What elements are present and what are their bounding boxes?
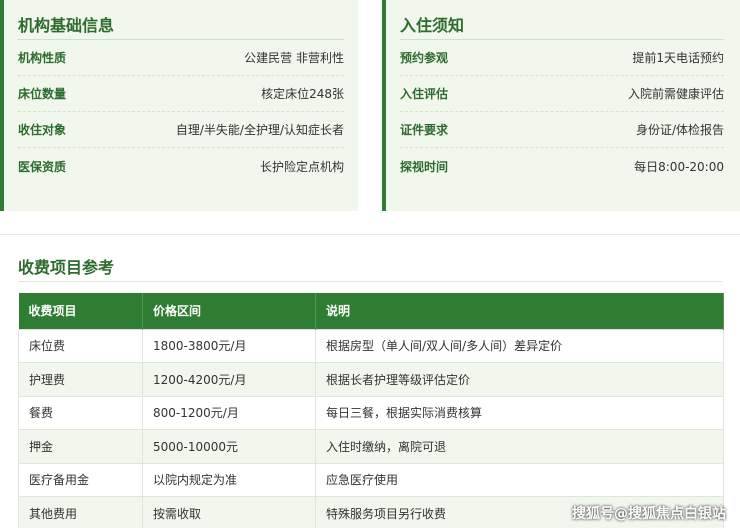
info-row-beds: 床位数量 核定床位248张 <box>18 76 344 112</box>
fee-item: 床位费 <box>18 328 143 363</box>
info-value: 公建民营 非营利性 <box>244 51 344 65</box>
info-value: 提前1天电话预约 <box>632 51 724 65</box>
watermark: 搜狐号@搜狐焦点白银站 <box>572 506 726 522</box>
fee-description: 应急医疗使用 <box>315 462 724 497</box>
admission-notice-title: 入住须知 <box>400 0 724 40</box>
info-value: 自理/半失能/全护理/认知症长者 <box>175 123 344 137</box>
notice-row-assessment: 入住评估 入院前需健康评估 <box>400 76 724 112</box>
fee-description: 入住时缴纳，离院可退 <box>315 429 724 464</box>
notice-row-visiting-hours: 探视时间 每日8:00-20:00 <box>400 148 724 184</box>
info-label: 预约参观 <box>400 51 449 65</box>
info-label: 机构性质 <box>18 51 67 65</box>
column-header-price: 价格区间 <box>142 293 316 329</box>
info-label: 探视时间 <box>400 159 449 174</box>
fee-price: 5000-10000元 <box>142 429 316 464</box>
section-divider <box>0 234 740 235</box>
fees-table-header: 收费项目 价格区间 说明 <box>18 293 724 329</box>
fee-price: 1800-3800元/月 <box>142 328 316 363</box>
column-header-description: 说明 <box>315 293 724 329</box>
table-row: 床位费 1800-3800元/月 根据房型（单人间/双人间/多人间）差异定价 <box>18 328 724 363</box>
fee-price: 以院内规定为准 <box>142 462 316 497</box>
fees-section-title: 收费项目参考 <box>18 258 115 277</box>
info-row-insurance: 医保资质 长护险定点机构 <box>18 148 344 184</box>
column-header-item: 收费项目 <box>18 293 143 329</box>
fee-price: 按需收取 <box>142 496 316 528</box>
institution-info-title: 机构基础信息 <box>18 0 344 40</box>
info-value: 长护险定点机构 <box>259 159 344 174</box>
info-label: 入住评估 <box>400 87 449 101</box>
fees-table: 收费项目 价格区间 说明 床位费 1800-3800元/月 根据房型（单人间/双… <box>18 293 724 528</box>
table-row: 护理费 1200-4200元/月 根据长者护理等级评估定价 <box>18 362 724 397</box>
fee-description: 每日三餐，根据实际消费核算 <box>315 395 724 430</box>
fee-description: 根据长者护理等级评估定价 <box>315 362 724 397</box>
info-row-residents: 收住对象 自理/半失能/全护理/认知症长者 <box>18 112 344 148</box>
admission-notice-card: 入住须知 预约参观 提前1天电话预约 入住评估 入院前需健康评估 证件要求 身份… <box>382 0 740 211</box>
institution-info-card: 机构基础信息 机构性质 公建民营 非营利性 床位数量 核定床位248张 收住对象… <box>0 0 358 211</box>
fee-item: 其他费用 <box>18 496 143 528</box>
fee-description: 根据房型（单人间/双人间/多人间）差异定价 <box>315 328 724 363</box>
info-label: 证件要求 <box>400 123 449 137</box>
fee-item: 押金 <box>18 429 143 464</box>
fee-item: 护理费 <box>18 362 143 397</box>
info-value: 身份证/体检报告 <box>635 123 724 137</box>
fee-price: 1200-4200元/月 <box>142 362 316 397</box>
notice-row-documents: 证件要求 身份证/体检报告 <box>400 112 724 148</box>
table-row: 医疗备用金 以院内规定为准 应急医疗使用 <box>18 462 724 497</box>
info-value: 入院前需健康评估 <box>627 87 724 101</box>
info-value: 核定床位248张 <box>261 87 344 101</box>
info-label: 床位数量 <box>18 87 67 101</box>
info-label: 收住对象 <box>18 123 67 137</box>
fee-item: 餐费 <box>18 395 143 430</box>
fees-title-underline <box>18 281 722 282</box>
table-row: 押金 5000-10000元 入住时缴纳，离院可退 <box>18 429 724 464</box>
info-label: 医保资质 <box>18 159 67 174</box>
info-value: 每日8:00-20:00 <box>634 159 724 174</box>
fee-item: 医疗备用金 <box>18 462 143 497</box>
fee-price: 800-1200元/月 <box>142 395 316 430</box>
table-row: 餐费 800-1200元/月 每日三餐，根据实际消费核算 <box>18 395 724 430</box>
